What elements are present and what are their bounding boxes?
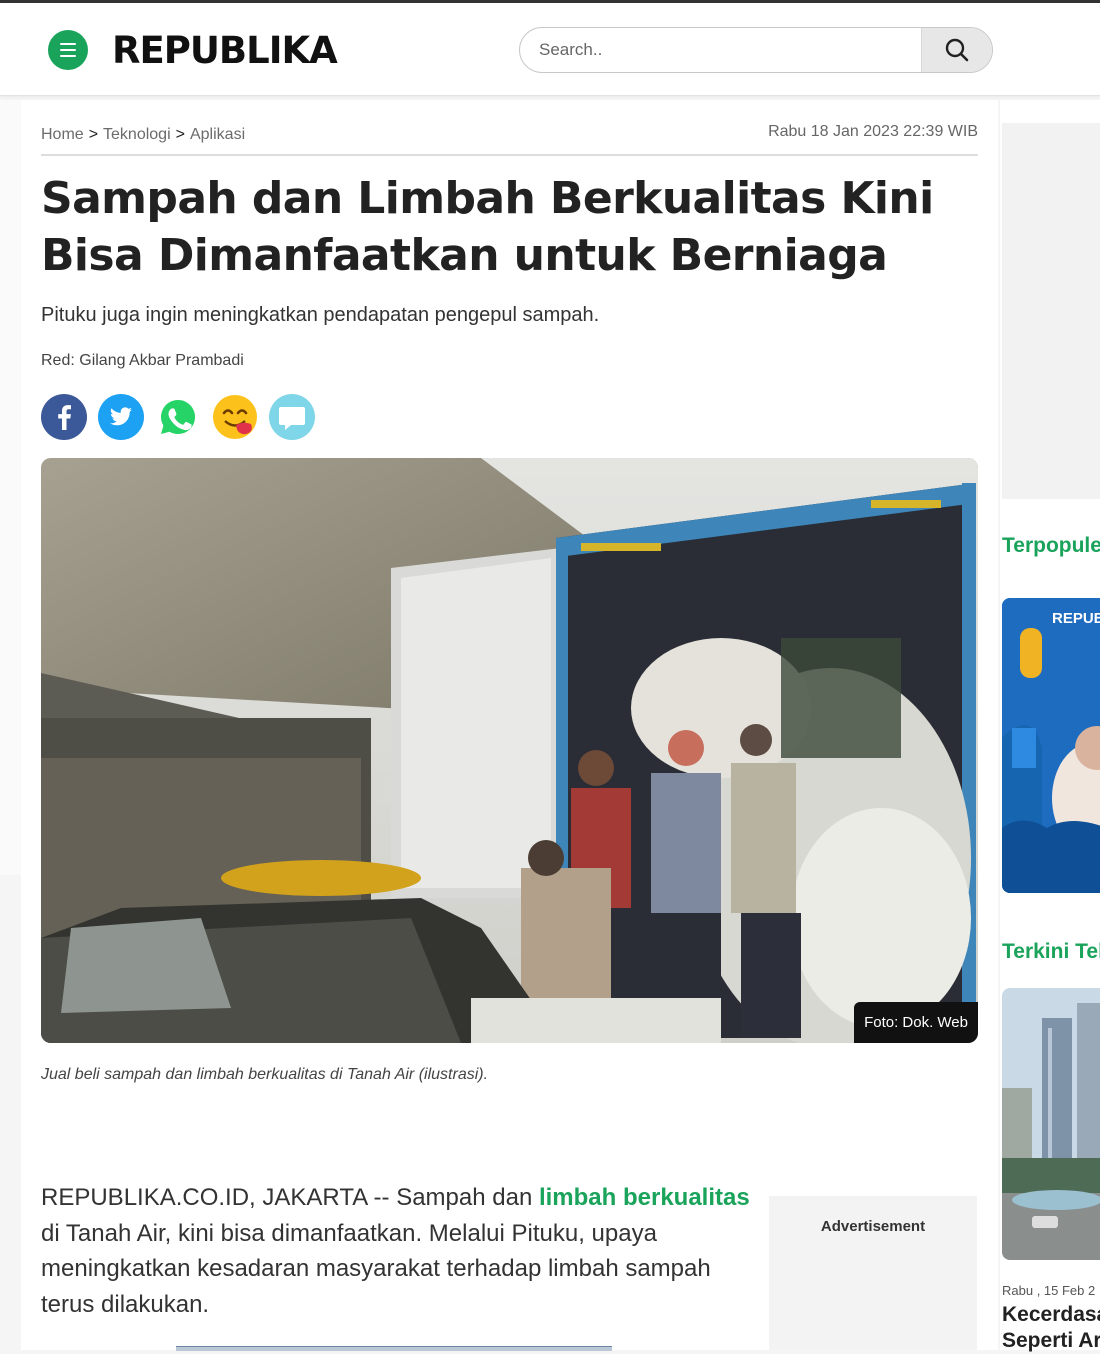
search-bar [519,27,993,73]
body-image-peek [176,1346,612,1351]
breadcrumb-aplikasi[interactable]: Aplikasi [190,126,245,143]
breadcrumb: Home > Teknologi > Aplikasi [41,126,245,144]
latest-thumbnail[interactable] [1002,988,1100,1260]
whatsapp-icon[interactable] [155,394,201,440]
share-buttons [41,394,315,440]
photo-credit: Foto: Dok. Web [854,1002,978,1043]
popular-thumbnail[interactable]: REPUB [1002,598,1100,893]
latest-tech-heading[interactable]: Terkini Tek [1002,940,1100,964]
left-gutter [0,100,21,875]
latest-date: Rabu , 15 Feb 2 [1002,1283,1096,1298]
advertisement-label: Advertisement [820,1218,926,1235]
body-text-segment: REPUBLIKA.CO.ID, JAKARTA -- Sampah dan [41,1184,539,1211]
article-body: REPUBLIKA.CO.ID, JAKARTA -- Sampah dan l… [41,1180,761,1322]
search-button[interactable] [921,28,992,72]
article-subtitle: Pituku juga ingin meningkatkan pendapata… [41,304,600,326]
popular-heading[interactable]: Terpopule [1002,534,1100,558]
article-title: Sampah dan Limbah Berkualitas Kini Bisa … [41,173,934,281]
publish-date: Rabu 18 Jan 2023 22:39 WIB [768,123,978,140]
breadcrumb-separator: > [88,126,99,143]
photo-caption: Jual beli sampah dan limbah berkualitas … [41,1066,489,1083]
site-header: REPUBLIKA [0,3,1100,96]
search-icon [945,38,969,62]
latest-title[interactable]: Kecerdasa Seperti Ar [1002,1302,1100,1354]
hamburger-menu-icon[interactable] [48,30,88,70]
right-sidebar: Terpopule REPUB Terkini Tek Rabu , 15 Fe… [1000,100,1100,1352]
emoji-reaction-icon[interactable] [212,394,258,440]
search-input[interactable] [520,28,921,72]
sidebar-ad-slot [1002,123,1100,499]
advertisement-box: Advertisement [769,1196,977,1350]
article-editor: Red: Gilang Akbar Prambadi [41,352,244,369]
twitter-icon[interactable] [98,394,144,440]
thumb-logo-text: REPUB [1052,610,1100,627]
body-link-limbah[interactable]: limbah berkualitas [539,1184,750,1211]
article-photo: Foto: Dok. Web [41,458,978,1043]
comment-icon[interactable] [269,394,315,440]
article-container: Home > Teknologi > Aplikasi Rabu 18 Jan 2023… [21,100,998,1351]
breadcrumb-separator: > [175,126,185,143]
site-logo[interactable]: REPUBLIKA [112,29,338,72]
breadcrumb-home[interactable]: Home [41,126,84,143]
breadcrumb-teknologi[interactable]: Teknologi [103,126,171,143]
facebook-icon[interactable] [41,394,87,440]
body-text-segment: di Tanah Air, kini bisa dimanfaatkan. Me… [41,1219,711,1318]
divider [41,154,978,156]
